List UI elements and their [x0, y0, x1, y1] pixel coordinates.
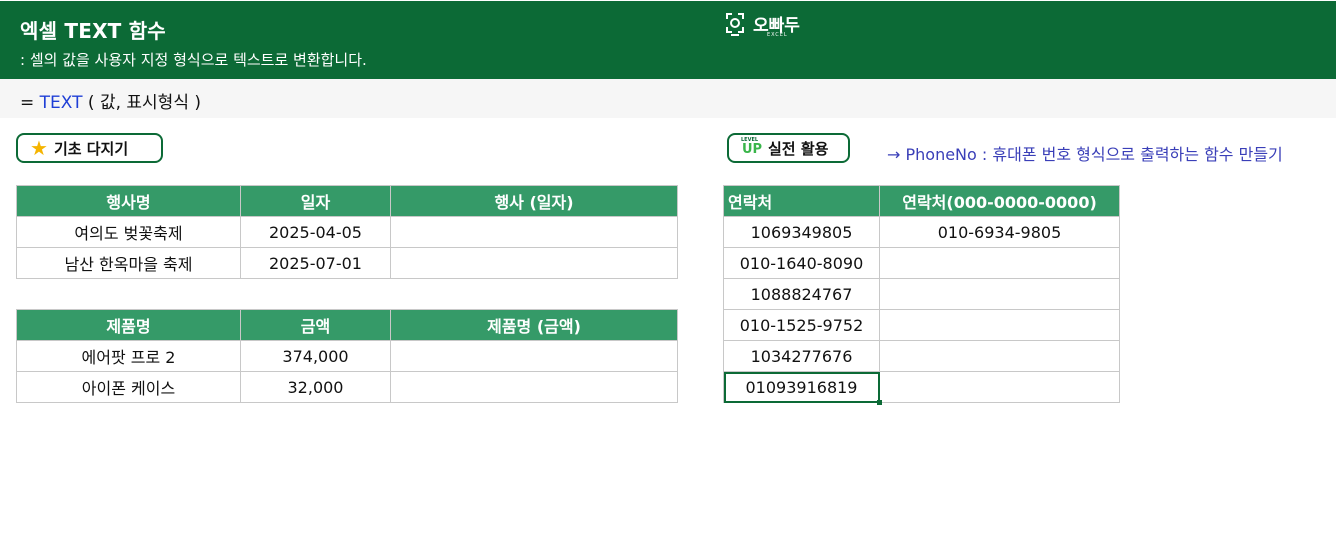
page-subtitle: : 셀의 값을 사용자 지정 형식으로 텍스트로 변환합니다. [20, 51, 367, 69]
cell-contact-formatted[interactable] [879, 247, 1120, 279]
formula-bar: = TEXT ( 값, 표시형식 ) [0, 79, 1336, 118]
header-cell[interactable]: 연락처(000-0000-0000) [879, 185, 1120, 217]
formula-syntax: = TEXT ( 값, 표시형식 ) [20, 88, 201, 113]
cell-contact-formatted[interactable] [879, 278, 1120, 310]
cell-product-price[interactable]: 32,000 [240, 371, 391, 403]
header-cell[interactable]: 금액 [240, 309, 391, 341]
cell-event-name[interactable]: 남산 한옥마을 축제 [16, 247, 241, 279]
cell-event-name[interactable]: 여의도 벚꽃축제 [16, 216, 241, 248]
advanced-badge-label: 실전 활용 [768, 139, 829, 158]
cell-contact[interactable]: 010-1525-9752 [723, 309, 880, 341]
cell-contact[interactable]: 1069349805 [723, 216, 880, 248]
page-title: 엑셀 TEXT 함수 [20, 19, 166, 43]
cell-product-name[interactable]: 에어팟 프로 2 [16, 340, 241, 372]
logo-subtext: EXCEL [767, 32, 788, 38]
header-cell[interactable]: 연락처 [723, 185, 880, 217]
level-up-icon: LEVEL UP [741, 137, 763, 159]
cell-contact-selected[interactable]: 01093916819 [723, 371, 882, 405]
phoneno-link[interactable]: → PhoneNo : 휴대폰 번호 형식으로 출력하는 함수 만들기 [887, 141, 1283, 165]
table-row: 010-1640-8090 [723, 247, 1120, 279]
header-cell[interactable]: 행사 (일자) [390, 185, 678, 217]
table-row: 남산 한옥마을 축제 2025-07-01 [16, 247, 678, 279]
table-row: 1088824767 [723, 278, 1120, 310]
header-banner: 엑셀 TEXT 함수 : 셀의 값을 사용자 지정 형식으로 텍스트로 변환합니… [0, 1, 1336, 79]
table-header-row: 제품명 금액 제품명 (금액) [16, 309, 678, 341]
cell-contact[interactable]: 1034277676 [723, 340, 880, 372]
header-cell[interactable]: 일자 [240, 185, 391, 217]
events-table: 행사명 일자 행사 (일자) 여의도 벚꽃축제 2025-04-05 남산 한옥… [16, 185, 678, 279]
cell-event-result[interactable] [390, 216, 678, 248]
cell-contact[interactable]: 1088824767 [723, 278, 880, 310]
cell-event-date[interactable]: 2025-07-01 [240, 247, 391, 279]
cell-contact-formatted[interactable]: 010-6934-9805 [879, 216, 1120, 248]
table-header-row: 연락처 연락처(000-0000-0000) [723, 185, 1120, 217]
table-header-row: 행사명 일자 행사 (일자) [16, 185, 678, 217]
cell-contact[interactable]: 010-1640-8090 [723, 247, 880, 279]
cell-value: 01093916819 [745, 377, 858, 397]
cell-contact-formatted[interactable] [879, 340, 1120, 372]
fill-handle[interactable] [877, 400, 882, 405]
cell-product-price[interactable]: 374,000 [240, 340, 391, 372]
formula-args: ( 값, 표시형식 ) [87, 93, 202, 113]
cell-event-result[interactable] [390, 247, 678, 279]
table-row: 아이폰 케이스 32,000 [16, 371, 678, 403]
camera-frame-icon [726, 13, 744, 36]
basic-section-badge: ★ 기초 다지기 [16, 133, 163, 163]
table-row: 에어팟 프로 2 374,000 [16, 340, 678, 372]
cell-contact-formatted[interactable] [879, 371, 1120, 403]
cell-contact-formatted[interactable] [879, 309, 1120, 341]
table-row: 1069349805 010-6934-9805 [723, 216, 1120, 248]
header-cell[interactable]: 제품명 [16, 309, 241, 341]
cell-product-result[interactable] [390, 340, 678, 372]
formula-function: TEXT [39, 93, 83, 113]
header-cell[interactable]: 행사명 [16, 185, 241, 217]
contacts-table: 연락처 연락처(000-0000-0000) 1069349805 010-69… [723, 185, 1120, 405]
table-row: 01093916819 [723, 371, 1120, 405]
cell-event-date[interactable]: 2025-04-05 [240, 216, 391, 248]
star-icon: ★ [30, 136, 48, 160]
brand-logo: 오빠두 EXCEL [724, 11, 814, 41]
products-table: 제품명 금액 제품명 (금액) 에어팟 프로 2 374,000 아이폰 케이스… [16, 309, 678, 403]
table-row: 여의도 벚꽃축제 2025-04-05 [16, 216, 678, 248]
basic-badge-label: 기초 다지기 [53, 139, 129, 158]
cell-product-name[interactable]: 아이폰 케이스 [16, 371, 241, 403]
cell-product-result[interactable] [390, 371, 678, 403]
table-row: 010-1525-9752 [723, 309, 1120, 341]
formula-prefix: = [20, 93, 35, 113]
header-cell[interactable]: 제품명 (금액) [390, 309, 678, 341]
table-row: 1034277676 [723, 340, 1120, 372]
up-label: UP [742, 142, 763, 157]
advanced-section-badge: LEVEL UP 실전 활용 [727, 133, 850, 163]
